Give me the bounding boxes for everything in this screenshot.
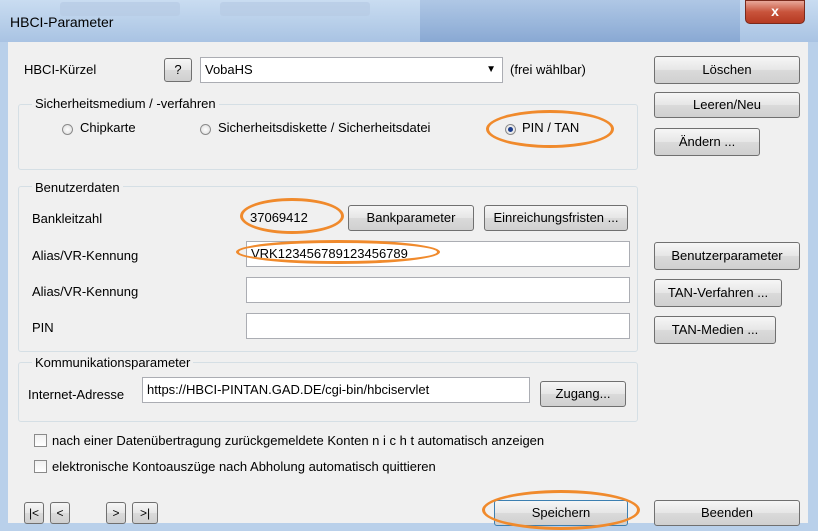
highlight-blz	[240, 198, 344, 234]
radio-label-sicherheitsdatei: Sicherheitsdiskette / Sicherheitsdatei	[218, 120, 431, 135]
pin-input[interactable]	[246, 313, 630, 339]
checkbox-label-quittieren: elektronische Kontoauszüge nach Abholung…	[52, 459, 436, 474]
free-choice-hint: (frei wählbar)	[510, 62, 586, 77]
kuerzel-select[interactable]: VobaHS ▼	[200, 57, 503, 83]
help-button[interactable]: ?	[164, 58, 192, 82]
comm-legend: Kommunikationsparameter	[32, 355, 194, 370]
radio-label-chipkarte: Chipkarte	[80, 120, 136, 135]
pin-label: PIN	[32, 320, 54, 335]
alias-label-2: Alias/VR-Kennung	[32, 284, 139, 299]
bankparameter-button[interactable]: Bankparameter	[348, 205, 474, 231]
background-blur	[220, 2, 370, 16]
alias-input-2[interactable]	[246, 277, 630, 303]
highlight-speichern	[482, 490, 640, 530]
nav-first-button[interactable]: |<	[24, 502, 44, 524]
window-title: HBCI-Parameter	[10, 14, 114, 30]
user-data-legend: Benutzerdaten	[32, 180, 123, 195]
highlight-pin-tan	[486, 110, 614, 148]
beenden-button[interactable]: Beenden	[654, 500, 800, 526]
kuerzel-value: VobaHS	[205, 62, 253, 77]
benutzerparameter-button[interactable]: Benutzerparameter	[654, 242, 800, 270]
nav-prev-button[interactable]: <	[50, 502, 70, 524]
checkbox-label-konten: nach einer Datenübertragung zurückgemeld…	[52, 433, 545, 448]
nav-last-button[interactable]: >|	[132, 502, 158, 524]
window-frame	[0, 42, 8, 531]
security-legend: Sicherheitsmedium / -verfahren	[32, 96, 219, 111]
kuerzel-label: HBCI-Kürzel	[24, 62, 97, 77]
radio-chipkarte[interactable]	[62, 124, 73, 135]
url-label: Internet-Adresse	[28, 387, 125, 402]
background-blur	[420, 0, 740, 42]
checkbox-quittieren[interactable]	[34, 460, 47, 473]
nav-next-button[interactable]: >	[106, 502, 126, 524]
tan-verfahren-button[interactable]: TAN-Verfahren ...	[654, 279, 782, 307]
highlight-alias	[236, 240, 440, 264]
checkbox-konten-anzeigen[interactable]	[34, 434, 47, 447]
zugang-button[interactable]: Zugang...	[540, 381, 626, 407]
leeren-neu-button[interactable]: Leeren/Neu	[654, 92, 800, 118]
radio-sicherheitsdatei[interactable]	[200, 124, 211, 135]
chevron-down-icon[interactable]: ▼	[486, 58, 496, 82]
einreichungsfristen-button[interactable]: Einreichungsfristen ...	[484, 205, 628, 231]
url-input[interactable]: https://HBCI-PINTAN.GAD.DE/cgi-bin/hbcis…	[142, 377, 530, 403]
aendern-button[interactable]: Ändern ...	[654, 128, 760, 156]
blz-label: Bankleitzahl	[32, 211, 103, 226]
title-bar	[0, 0, 818, 42]
tan-medien-button[interactable]: TAN-Medien ...	[654, 316, 776, 344]
window-frame	[808, 42, 818, 531]
url-value: https://HBCI-PINTAN.GAD.DE/cgi-bin/hbcis…	[147, 382, 430, 397]
alias-label-1: Alias/VR-Kennung	[32, 248, 139, 263]
close-button[interactable]: x	[745, 0, 805, 24]
loeschen-button[interactable]: Löschen	[654, 56, 800, 84]
